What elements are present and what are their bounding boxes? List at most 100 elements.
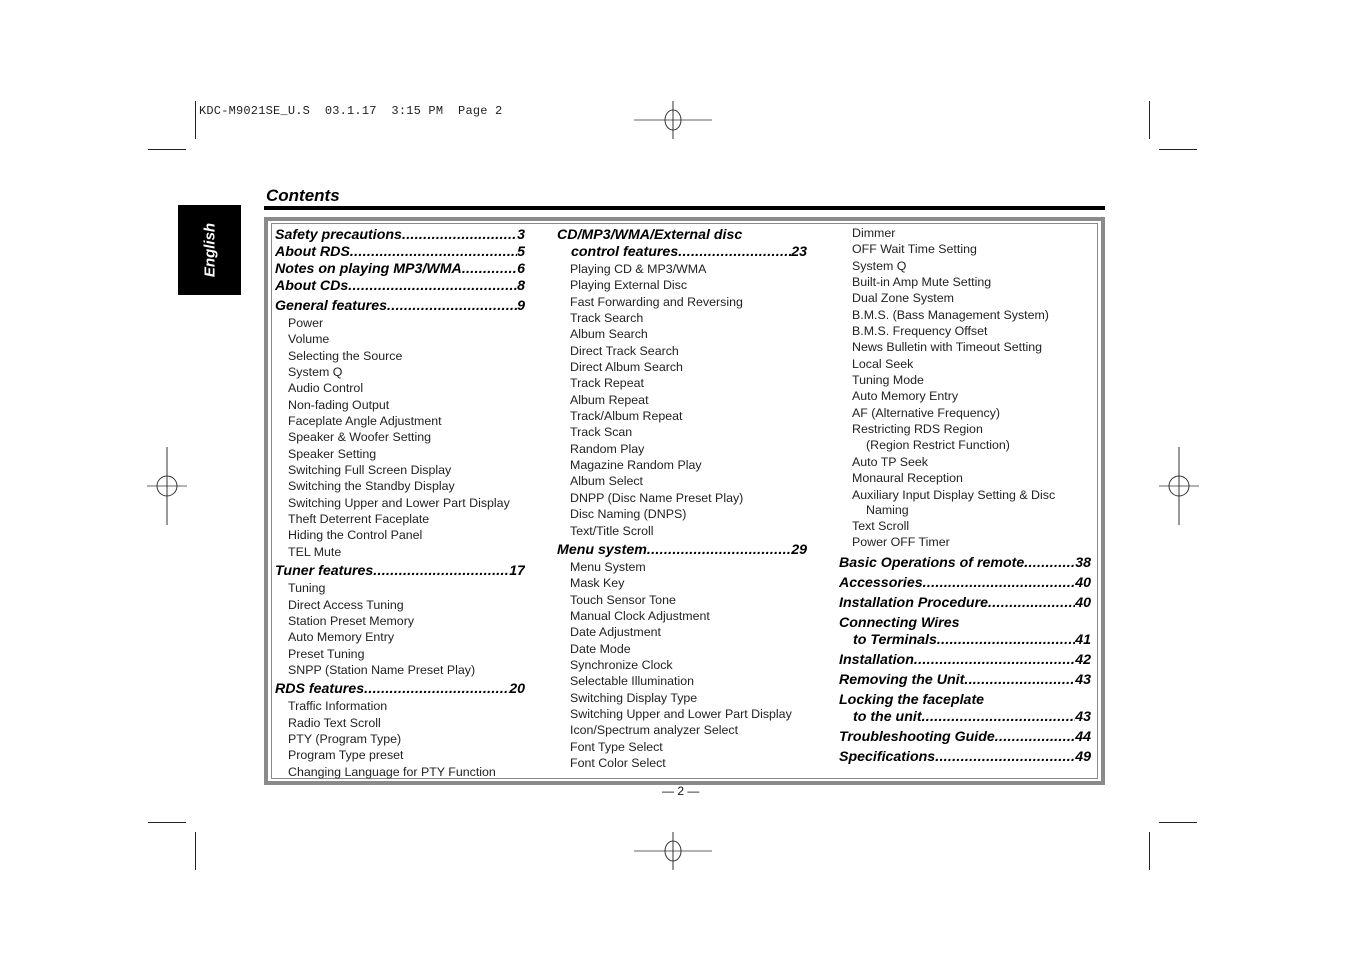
- toc-heading-continuation[interactable]: to Terminals 41: [839, 632, 1091, 649]
- toc-subitem[interactable]: Switching the Standby Display: [275, 478, 525, 494]
- toc-subitem[interactable]: Speaker & Woofer Setting: [275, 429, 525, 445]
- toc-subitem[interactable]: Date Mode: [557, 641, 807, 657]
- toc-subitem[interactable]: Selecting the Source: [275, 348, 525, 364]
- toc-subitem[interactable]: Direct Access Tuning: [275, 597, 525, 613]
- toc-heading[interactable]: Basic Operations of remote 38: [839, 555, 1091, 572]
- toc-heading[interactable]: Tuner features 17: [275, 563, 525, 580]
- toc-heading[interactable]: RDS features 20: [275, 681, 525, 698]
- toc-subitem[interactable]: Direct Album Search: [557, 359, 807, 375]
- toc-heading-continuation[interactable]: to the unit 43: [839, 709, 1091, 726]
- toc-subitem[interactable]: Font Color Select: [557, 755, 807, 771]
- toc-subitem[interactable]: Faceplate Angle Adjustment: [275, 413, 525, 429]
- toc-subitem[interactable]: Track Scan: [557, 424, 807, 440]
- toc-heading[interactable]: Specifications 49: [839, 749, 1091, 766]
- toc-subitem[interactable]: Preset Tuning: [275, 646, 525, 662]
- toc-page-number: 49: [1075, 748, 1091, 765]
- toc-subitem[interactable]: Auto Memory Entry: [275, 629, 525, 645]
- toc-subitem[interactable]: Album Select: [557, 473, 807, 489]
- toc-subitem[interactable]: Power OFF Timer: [839, 534, 1091, 550]
- toc-subitem[interactable]: OFF Wait Time Setting: [839, 241, 1091, 257]
- toc-subitem[interactable]: Mask Key: [557, 575, 807, 591]
- toc-subitem-continuation[interactable]: Naming: [839, 503, 1091, 518]
- toc-subitem[interactable]: Hiding the Control Panel: [275, 527, 525, 543]
- toc-subitem[interactable]: Touch Sensor Tone: [557, 592, 807, 608]
- toc-subitem[interactable]: Magazine Random Play: [557, 457, 807, 473]
- toc-subitem[interactable]: Track Search: [557, 310, 807, 326]
- toc-subitem[interactable]: Text Scroll: [839, 518, 1091, 534]
- toc-subitem[interactable]: Built-in Amp Mute Setting: [839, 274, 1091, 290]
- toc-subitem[interactable]: Switching Full Screen Display: [275, 462, 525, 478]
- toc-subitem[interactable]: Radio Text Scroll: [275, 715, 525, 731]
- toc-subitem[interactable]: Track Repeat: [557, 375, 807, 391]
- toc-subitem[interactable]: Local Seek: [839, 356, 1091, 372]
- toc-subitem[interactable]: Font Type Select: [557, 739, 807, 755]
- toc-heading[interactable]: CD/MP3/WMA/External disc: [557, 227, 807, 244]
- toc-heading[interactable]: General features 9: [275, 298, 525, 315]
- toc-subitem[interactable]: Dimmer: [839, 225, 1091, 241]
- toc-subitem[interactable]: Track/Album Repeat: [557, 408, 807, 424]
- toc-subitem[interactable]: Auxiliary Input Display Setting & Disc: [839, 487, 1091, 503]
- toc-subitem[interactable]: System Q: [275, 364, 525, 380]
- toc-subitem[interactable]: B.M.S. (Bass Management System): [839, 307, 1091, 323]
- toc-subitem[interactable]: Icon/Spectrum analyzer Select: [557, 722, 807, 738]
- toc-heading[interactable]: Installation 42: [839, 652, 1091, 669]
- toc-subitem[interactable]: Selectable Illumination: [557, 673, 807, 689]
- toc-subitem[interactable]: Changing Language for PTY Function: [275, 764, 525, 780]
- toc-heading[interactable]: Accessories 40: [839, 575, 1091, 592]
- toc-subitem[interactable]: Theft Deterrent Faceplate: [275, 511, 525, 527]
- toc-subitem[interactable]: SNPP (Station Name Preset Play): [275, 662, 525, 678]
- toc-subitem[interactable]: Power: [275, 315, 525, 331]
- toc-heading[interactable]: Removing the Unit 43: [839, 672, 1091, 689]
- toc-subitem[interactable]: Non-fading Output: [275, 397, 525, 413]
- toc-subitem[interactable]: Station Preset Memory: [275, 613, 525, 629]
- toc-subitem[interactable]: Audio Control: [275, 380, 525, 396]
- toc-subitem[interactable]: Switching Upper and Lower Part Display: [557, 706, 807, 722]
- toc-heading[interactable]: Connecting Wires: [839, 615, 1091, 632]
- toc-subitem[interactable]: Album Search: [557, 326, 807, 342]
- toc-heading[interactable]: Locking the faceplate: [839, 692, 1091, 709]
- toc-subitem[interactable]: Tuning: [275, 580, 525, 596]
- toc-subitem[interactable]: News Bulletin with Timeout Setting: [839, 339, 1091, 355]
- toc-subitem[interactable]: Direct Track Search: [557, 343, 807, 359]
- toc-subitem[interactable]: Fast Forwarding and Reversing: [557, 294, 807, 310]
- toc-subitem[interactable]: Monaural Reception: [839, 470, 1091, 486]
- toc-subitem[interactable]: Tuning Mode: [839, 372, 1091, 388]
- toc-subitem[interactable]: Switching Upper and Lower Part Display: [275, 495, 525, 511]
- toc-subitem[interactable]: Date Adjustment: [557, 624, 807, 640]
- toc-subitem[interactable]: Speaker Setting: [275, 446, 525, 462]
- toc-subitem[interactable]: Text/Title Scroll: [557, 523, 807, 539]
- toc-heading[interactable]: Safety precautions 3: [275, 227, 525, 244]
- toc-subitem[interactable]: Volume: [275, 331, 525, 347]
- toc-subitem[interactable]: Playing External Disc: [557, 277, 807, 293]
- toc-subitem[interactable]: Playing CD & MP3/WMA: [557, 261, 807, 277]
- toc-subitem[interactable]: Menu System: [557, 559, 807, 575]
- toc-heading[interactable]: Installation Procedure 40: [839, 595, 1091, 612]
- toc-heading[interactable]: About CDs 8: [275, 278, 525, 295]
- toc-subitem[interactable]: Auto Memory Entry: [839, 388, 1091, 404]
- toc-subitem[interactable]: Traffic Information: [275, 698, 525, 714]
- toc-subitem[interactable]: Album Repeat: [557, 392, 807, 408]
- toc-heading[interactable]: About RDS 5: [275, 244, 525, 261]
- toc-subitem[interactable]: B.M.S. Frequency Offset: [839, 323, 1091, 339]
- toc-subitem[interactable]: TEL Mute: [275, 544, 525, 560]
- toc-heading-continuation[interactable]: control features 23: [557, 244, 807, 261]
- crop-mark: [1159, 822, 1197, 823]
- toc-subitem[interactable]: System Q: [839, 258, 1091, 274]
- toc-subitem-continuation[interactable]: (Region Restrict Function): [839, 437, 1091, 453]
- toc-subitem[interactable]: DNPP (Disc Name Preset Play): [557, 490, 807, 506]
- toc-subitem[interactable]: Switching Display Type: [557, 690, 807, 706]
- toc-subitem[interactable]: Disc Naming (DNPS): [557, 506, 807, 522]
- toc-subitem[interactable]: Restricting RDS Region: [839, 421, 1091, 437]
- toc-subitem[interactable]: Random Play: [557, 441, 807, 457]
- leader-dots: [462, 261, 517, 278]
- toc-heading[interactable]: Menu system 29: [557, 542, 807, 559]
- toc-heading[interactable]: Notes on playing MP3/WMA 6: [275, 261, 525, 278]
- toc-subitem[interactable]: Synchronize Clock: [557, 657, 807, 673]
- toc-subitem[interactable]: Auto TP Seek: [839, 454, 1091, 470]
- toc-subitem[interactable]: Program Type preset: [275, 747, 525, 763]
- toc-heading[interactable]: Troubleshooting Guide 44: [839, 729, 1091, 746]
- toc-subitem[interactable]: Dual Zone System: [839, 290, 1091, 306]
- toc-subitem[interactable]: Manual Clock Adjustment: [557, 608, 807, 624]
- toc-subitem[interactable]: AF (Alternative Frequency): [839, 405, 1091, 421]
- toc-subitem[interactable]: PTY (Program Type): [275, 731, 525, 747]
